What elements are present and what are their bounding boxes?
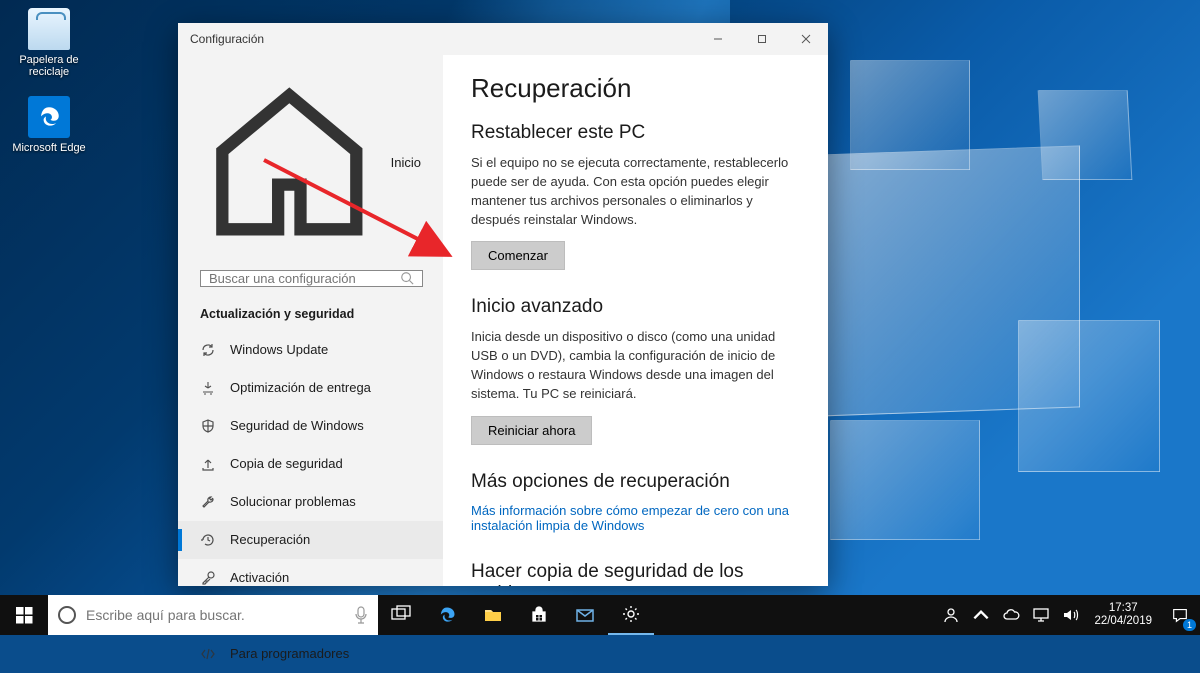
taskbar-app-file-explorer[interactable] — [470, 595, 516, 635]
system-tray: 17:37 22/04/2019 — [936, 595, 1200, 635]
window-title: Configuración — [190, 32, 264, 46]
tray-people[interactable] — [936, 595, 966, 635]
chevron-up-icon — [971, 605, 991, 625]
key-icon — [200, 570, 216, 586]
section-description: Inicia desde un dispositivo o disco (com… — [471, 328, 800, 403]
tray-volume[interactable] — [1056, 595, 1086, 635]
history-icon — [200, 532, 216, 548]
restart-now-button[interactable]: Reiniciar ahora — [471, 416, 592, 445]
sidebar-item-for-developers[interactable]: Para programadores — [178, 635, 443, 673]
gear-icon — [621, 604, 641, 624]
tray-onedrive[interactable] — [996, 595, 1026, 635]
page-title: Recuperación — [471, 73, 800, 104]
section-more-recovery-options: Más opciones de recuperación Más informa… — [471, 471, 800, 535]
section-description: Si el equipo no se ejecuta correctamente… — [471, 154, 800, 229]
sidebar-item-label: Solucionar problemas — [230, 494, 356, 509]
desktop-icon-recycle-bin[interactable]: Papelera de reciclaje — [12, 8, 86, 78]
tray-overflow[interactable] — [966, 595, 996, 635]
settings-sidebar: Inicio Actualización y seguridad Windows… — [178, 55, 443, 586]
taskbar-date: 22/04/2019 — [1094, 615, 1152, 628]
sidebar-item-label: Copia de seguridad — [230, 456, 343, 471]
window-titlebar[interactable]: Configuración — [178, 23, 828, 55]
sidebar-search-input[interactable] — [209, 271, 400, 286]
settings-window: Configuración Inicio Actualización y seg… — [178, 23, 828, 586]
desktop-icon-label: Microsoft Edge — [12, 142, 86, 154]
sidebar-section-label: Actualización y seguridad — [178, 301, 443, 331]
task-view-button[interactable] — [378, 595, 424, 635]
taskbar-app-mail[interactable] — [562, 595, 608, 635]
backup-icon — [200, 456, 216, 472]
network-icon — [1031, 605, 1051, 625]
mail-icon — [575, 605, 595, 625]
sidebar-home-label: Inicio — [391, 155, 421, 170]
section-heading: Inicio avanzado — [471, 296, 800, 318]
folder-icon — [483, 605, 503, 625]
sidebar-search[interactable] — [200, 270, 423, 287]
section-reset-pc: Restablecer este PC Si el equipo no se e… — [471, 122, 800, 270]
sidebar-item-label: Windows Update — [230, 342, 328, 357]
fresh-start-link[interactable]: Más información sobre cómo empezar de ce… — [471, 503, 800, 533]
taskbar-search-input[interactable] — [86, 607, 344, 623]
desktop-icon-label: Papelera de reciclaje — [12, 54, 86, 78]
action-center-button[interactable] — [1160, 595, 1200, 635]
wrench-icon — [200, 494, 216, 510]
taskbar-app-store[interactable] — [516, 595, 562, 635]
sidebar-item-label: Optimización de entrega — [230, 380, 371, 395]
sidebar-item-delivery-optimization[interactable]: Optimización de entrega — [178, 369, 443, 407]
task-view-icon — [391, 605, 411, 625]
section-heading: Más opciones de recuperación — [471, 471, 800, 493]
shield-icon — [200, 418, 216, 434]
desktop-icon-edge[interactable]: Microsoft Edge — [12, 96, 86, 154]
taskbar-app-edge[interactable] — [424, 595, 470, 635]
sidebar-item-windows-security[interactable]: Seguridad de Windows — [178, 407, 443, 445]
home-icon — [200, 73, 379, 252]
sidebar-item-backup[interactable]: Copia de seguridad — [178, 445, 443, 483]
start-button[interactable] — [0, 595, 48, 635]
settings-content: Recuperación Restablecer este PC Si el e… — [443, 55, 828, 586]
edge-icon — [437, 605, 457, 625]
window-minimize-button[interactable] — [696, 23, 740, 55]
sidebar-item-activation[interactable]: Activación — [178, 559, 443, 597]
taskbar: 17:37 22/04/2019 — [0, 595, 1200, 635]
sidebar-item-label: Para programadores — [230, 646, 349, 661]
section-heading: Hacer copia de seguridad de los archivos — [471, 561, 800, 586]
sidebar-item-recovery[interactable]: Recuperación — [178, 521, 443, 559]
sidebar-item-label: Activación — [230, 570, 289, 585]
sync-icon — [200, 342, 216, 358]
sidebar-item-windows-update[interactable]: Windows Update — [178, 331, 443, 369]
cloud-icon — [1001, 605, 1021, 625]
notification-icon — [1171, 606, 1189, 624]
search-icon — [400, 271, 414, 285]
people-icon — [941, 605, 961, 625]
cortana-icon — [58, 606, 76, 624]
sidebar-item-label: Recuperación — [230, 532, 310, 547]
window-close-button[interactable] — [784, 23, 828, 55]
recycle-bin-icon — [28, 8, 70, 50]
edge-icon — [28, 96, 70, 138]
sidebar-home[interactable]: Inicio — [178, 65, 443, 260]
speaker-icon — [1061, 605, 1081, 625]
taskbar-clock[interactable]: 17:37 22/04/2019 — [1086, 602, 1160, 628]
sidebar-item-troubleshoot[interactable]: Solucionar problemas — [178, 483, 443, 521]
delivery-icon — [200, 380, 216, 396]
microphone-icon — [354, 606, 368, 624]
tray-network[interactable] — [1026, 595, 1056, 635]
store-icon — [529, 605, 549, 625]
reset-start-button[interactable]: Comenzar — [471, 241, 565, 270]
code-icon — [200, 646, 216, 662]
window-maximize-button[interactable] — [740, 23, 784, 55]
sidebar-item-label: Seguridad de Windows — [230, 418, 364, 433]
section-advanced-startup: Inicio avanzado Inicia desde un disposit… — [471, 296, 800, 444]
taskbar-time: 17:37 — [1094, 602, 1152, 615]
taskbar-app-settings[interactable] — [608, 595, 654, 635]
section-heading: Restablecer este PC — [471, 122, 800, 144]
windows-logo-icon — [16, 607, 33, 624]
taskbar-search[interactable] — [48, 595, 378, 635]
